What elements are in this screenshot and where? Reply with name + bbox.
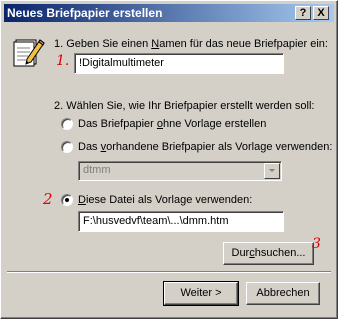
name-prompt-label: 1. Geben Sie einen Namen für das neue Br… (54, 38, 328, 50)
window-title: Neues Briefpapier erstellen (7, 6, 163, 20)
template-file-path-input[interactable]: F:\husvedvf\team\...\dmm.htm (78, 211, 284, 232)
radio-existing-stationery[interactable] (61, 141, 73, 153)
close-button[interactable]: X (313, 6, 329, 20)
browse-button[interactable]: Durchsuchen... (223, 242, 314, 265)
annotation-3: 3 (312, 236, 321, 252)
stationery-wizard-icon (13, 35, 45, 67)
radio-existing-stationery-label[interactable]: Das vorhandene Briefpapier als Vorlage v… (78, 141, 332, 153)
radio-no-template-label[interactable]: Das Briefpapier ohne Vorlage erstellen (78, 118, 266, 130)
stationery-name-input[interactable]: !Digitalmultimeter (74, 53, 284, 74)
radio-file-template[interactable] (61, 194, 73, 206)
annotation-2: 2 (43, 190, 53, 208)
cancel-button[interactable]: Abbrechen (246, 282, 320, 305)
radio-file-template-label[interactable]: Diese Datei als Vorlage verwenden: (78, 194, 252, 206)
creation-method-label: 2. Wählen Sie, wie Ihr Briefpapier erste… (54, 100, 315, 112)
next-button[interactable]: Weiter > (163, 281, 239, 306)
dialog-window: Neues Briefpapier erstellen ? X 1. Geben… (0, 0, 338, 319)
annotation-1: 1. (56, 53, 70, 69)
radio-no-template[interactable] (61, 118, 73, 130)
stationery-combo[interactable]: dtmm (78, 161, 282, 181)
title-bar[interactable]: Neues Briefpapier erstellen ? X (4, 4, 334, 22)
button-separator (7, 271, 331, 273)
radio-selected-dot (65, 198, 69, 202)
chevron-down-icon[interactable] (264, 163, 280, 179)
help-button[interactable]: ? (295, 6, 311, 20)
stationery-combo-value: dtmm (83, 164, 111, 176)
